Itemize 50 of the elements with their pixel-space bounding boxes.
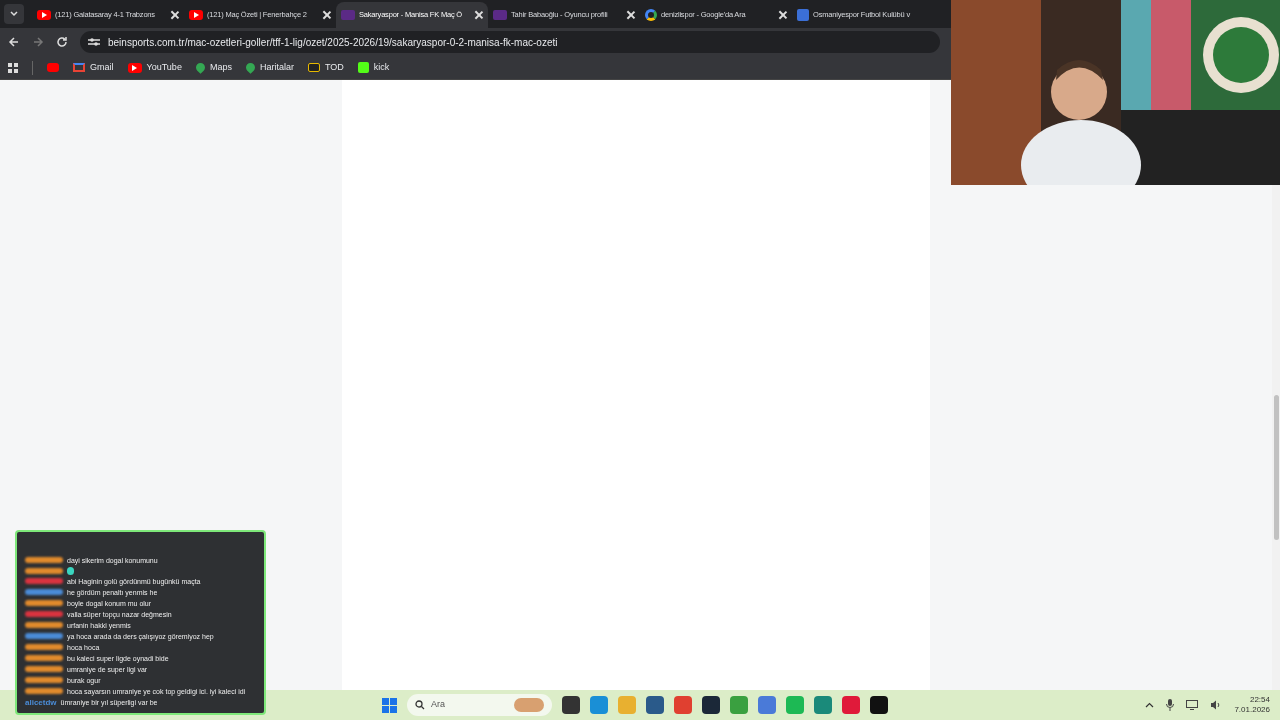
microphone-icon[interactable] [1166,699,1175,711]
apps-icon[interactable] [8,62,18,73]
bookmark-link[interactable]: Gmail [73,60,114,75]
m-icon [797,9,809,21]
g-icon [645,9,657,21]
forward-icon[interactable] [32,36,44,48]
caret-icon [10,11,18,17]
app-icon[interactable] [870,696,888,714]
chevron-icon[interactable] [1145,702,1155,708]
site-icon [341,10,355,20]
tod-icon [307,63,320,72]
chat-username: alicetdw [25,698,57,707]
pin-icon [194,61,207,74]
windows-icon[interactable] [382,697,397,713]
app-icon[interactable] [646,696,664,714]
search-placeholder: Ara [431,698,446,712]
video-icon[interactable] [47,63,59,72]
clock-date[interactable]: 7.01.2026 [1234,705,1270,715]
bookmark-link[interactable]: Haritalar [245,60,294,75]
back-icon[interactable] [8,36,20,48]
scrollbar[interactable] [1272,185,1280,690]
bookmark-link[interactable]: YouTube [127,60,182,75]
bookmark-link[interactable]: TOD [307,60,344,75]
site-icon [493,10,507,20]
clock-time[interactable]: 22:54 [1249,695,1270,705]
bookmark-link[interactable]: Maps [195,60,232,75]
app-icon[interactable] [562,696,580,714]
widget-icon [514,698,544,712]
bookmark-link[interactable]: kick [357,60,390,75]
search-field[interactable]: Ara [407,694,552,716]
search-icon [415,700,425,710]
close-icon[interactable] [475,11,483,19]
address-bar[interactable]: beinsports.com.tr/mac-ozetleri-goller/tff-1-lig/ozet/2025-2026/19/sakaryaspor-0-2-manisa-fk-mac-ozeti [80,31,940,53]
reload-icon[interactable] [56,36,68,48]
mail-icon [73,63,85,72]
url-text: beinsports.com.tr/mac-ozetleri-goller/tff-1-lig/ozet/2025-2026/19/sakaryaspor-0-2-manisa-fk-mac-ozeti [108,35,558,50]
pin-icon [244,61,257,74]
close-icon[interactable] [779,11,787,19]
close-icon[interactable] [627,11,635,19]
kick-icon [357,62,369,73]
emote-icon [67,567,74,575]
close-icon[interactable] [171,11,179,19]
monitor-icon[interactable] [1186,700,1199,710]
video-icon [127,62,142,73]
tune-icon[interactable] [88,37,100,47]
app-icon[interactable] [702,696,720,714]
video-icon [37,10,51,20]
tab-search-button[interactable] [4,4,24,24]
close-icon[interactable] [323,11,331,19]
video-icon [189,10,203,20]
